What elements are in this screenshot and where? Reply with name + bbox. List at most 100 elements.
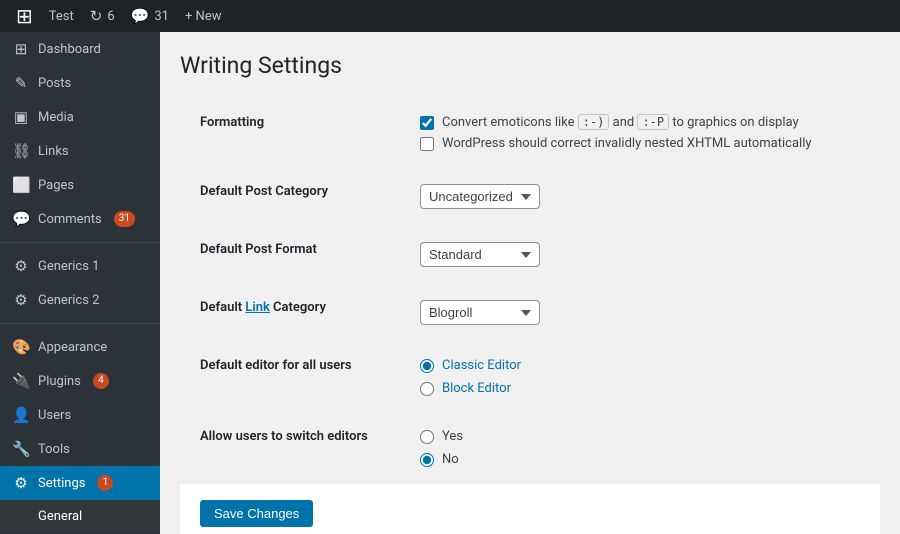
label-classic-editor: Classic Editor	[442, 358, 521, 373]
admin-bar-new[interactable]: + New	[177, 0, 230, 32]
formatting-text2: WordPress should correct invalidly neste…	[442, 136, 812, 151]
label-default-post-format: Default Post Format	[180, 226, 400, 284]
sidebar-label-generics1: Generics 1	[38, 259, 99, 274]
switch-radio-no-row: No	[420, 452, 860, 467]
settings-submenu: General	[0, 500, 160, 533]
sidebar-label-pages: Pages	[38, 178, 74, 193]
sidebar-label-posts: Posts	[38, 76, 71, 91]
label-block-editor: Block Editor	[442, 381, 511, 396]
save-button[interactable]: Save Changes	[200, 500, 313, 527]
submit-row: Save Changes	[180, 484, 880, 534]
row-switch-editors: Allow users to switch editors Yes No	[180, 413, 880, 484]
switch-radio-yes-row: Yes	[420, 429, 860, 444]
site-name: Test	[49, 9, 74, 24]
sidebar-item-tools[interactable]: 🔧 Tools	[0, 432, 160, 466]
select-default-post-category[interactable]: Uncategorized	[420, 184, 540, 209]
field-default-post-category: Uncategorized	[400, 168, 880, 226]
field-default-editor: Classic Editor Block Editor	[400, 342, 880, 413]
field-switch-editors: Yes No	[400, 413, 880, 484]
admin-bar-updates[interactable]: ↻ 6	[82, 0, 123, 32]
sidebar-divider-2	[0, 323, 160, 324]
users-icon: 👤	[12, 406, 30, 424]
radio-switch-no[interactable]	[420, 453, 434, 467]
sidebar-item-users[interactable]: 👤 Users	[0, 398, 160, 432]
formatting-text1: Convert emoticons like :-) and :-P to gr…	[442, 115, 799, 130]
pages-icon: ⬜	[12, 176, 30, 194]
row-default-post-category: Default Post Category Uncategorized	[180, 168, 880, 226]
comments-icon: 💬	[12, 210, 30, 228]
row-formatting: Formatting Convert emoticons like :-) an…	[180, 99, 880, 168]
updates-count: 6	[107, 9, 114, 24]
link-highlight[interactable]: Link	[245, 300, 270, 315]
label-default-post-category: Default Post Category	[180, 168, 400, 226]
comments-badge: 31	[114, 211, 135, 227]
row-default-link-category: Default Link Category Blogroll	[180, 284, 880, 342]
main-layout: ⊞ Dashboard ✎ Posts ▣ Media ⛓ Links ⬜ Pa…	[0, 32, 900, 534]
select-default-post-format[interactable]: Standard Aside Image Video Quote Link	[420, 242, 540, 267]
settings-icon: ⚙	[12, 474, 30, 492]
sidebar-item-media[interactable]: ▣ Media	[0, 100, 160, 134]
sidebar-label-links: Links	[38, 144, 69, 159]
sidebar-item-appearance[interactable]: 🎨 Appearance	[0, 330, 160, 364]
sidebar-label-users: Users	[38, 408, 71, 423]
appearance-icon: 🎨	[12, 338, 30, 356]
sidebar-label-settings: Settings	[38, 476, 85, 491]
new-label: + New	[185, 9, 222, 24]
sidebar-item-generics2[interactable]: ⚙ Generics 2	[0, 283, 160, 317]
label-formatting: Formatting	[180, 99, 400, 168]
sidebar-label-media: Media	[38, 110, 74, 125]
admin-bar-site[interactable]: Test	[41, 0, 82, 32]
sidebar-item-comments[interactable]: 💬 Comments 31	[0, 202, 160, 236]
sidebar-item-dashboard[interactable]: ⊞ Dashboard	[0, 32, 160, 66]
settings-badge: 1	[97, 475, 113, 491]
plugins-badge: 4	[93, 373, 109, 389]
sidebar-item-generics1[interactable]: ⚙ Generics 1	[0, 249, 160, 283]
row-default-editor: Default editor for all users Classic Edi…	[180, 342, 880, 413]
sidebar-item-plugins[interactable]: 🔌 Plugins 4	[0, 364, 160, 398]
formatting-checkbox1[interactable]	[420, 116, 434, 130]
sidebar-item-links[interactable]: ⛓ Links	[0, 134, 160, 168]
admin-bar-wp-logo[interactable]: ⊞	[8, 0, 41, 32]
sidebar-item-settings[interactable]: ⚙ Settings 1	[0, 466, 160, 500]
select-default-link-category[interactable]: Blogroll	[420, 300, 540, 325]
links-icon: ⛓	[12, 142, 30, 160]
field-default-link-category: Blogroll	[400, 284, 880, 342]
admin-bar-comments[interactable]: 💬 31	[123, 0, 177, 32]
sidebar-label-comments: Comments	[38, 212, 102, 227]
content-area: Writing Settings Formatting Convert emot…	[160, 32, 900, 534]
radio-classic-editor[interactable]	[420, 359, 434, 373]
sidebar-item-pages[interactable]: ⬜ Pages	[0, 168, 160, 202]
label-default-editor: Default editor for all users	[180, 342, 400, 413]
radio-switch-yes[interactable]	[420, 430, 434, 444]
sidebar-label-appearance: Appearance	[38, 340, 107, 355]
row-default-post-format: Default Post Format Standard Aside Image…	[180, 226, 880, 284]
formatting-checkbox2[interactable]	[420, 137, 434, 151]
field-formatting: Convert emoticons like :-) and :-P to gr…	[400, 99, 880, 168]
page-title: Writing Settings	[180, 52, 880, 79]
sidebar-item-posts[interactable]: ✎ Posts	[0, 66, 160, 100]
settings-table: Formatting Convert emoticons like :-) an…	[180, 99, 880, 484]
posts-icon: ✎	[12, 74, 30, 92]
radio-block-editor[interactable]	[420, 382, 434, 396]
dashboard-icon: ⊞	[12, 40, 30, 58]
formatting-checkbox1-row: Convert emoticons like :-) and :-P to gr…	[420, 115, 860, 130]
formatting-checkbox2-row: WordPress should correct invalidly neste…	[420, 136, 860, 151]
plugins-icon: 🔌	[12, 372, 30, 390]
generics2-icon: ⚙	[12, 291, 30, 309]
label-switch-no: No	[442, 452, 459, 467]
media-icon: ▣	[12, 108, 30, 126]
generics1-icon: ⚙	[12, 257, 30, 275]
label-switch-editors: Allow users to switch editors	[180, 413, 400, 484]
editor-radio-block-row: Block Editor	[420, 381, 860, 396]
field-default-post-format: Standard Aside Image Video Quote Link	[400, 226, 880, 284]
editor-radio-classic-row: Classic Editor	[420, 358, 860, 373]
sidebar-label-tools: Tools	[38, 442, 70, 457]
emoticon-code1: :-)	[578, 114, 610, 130]
sidebar-label-generics2: Generics 2	[38, 293, 99, 308]
admin-bar: ⊞ Test ↻ 6 💬 31 + New	[0, 0, 900, 32]
sidebar: ⊞ Dashboard ✎ Posts ▣ Media ⛓ Links ⬜ Pa…	[0, 32, 160, 534]
sidebar-label-plugins: Plugins	[38, 374, 81, 389]
label-default-link-category: Default Link Category	[180, 284, 400, 342]
submenu-item-general[interactable]: General	[0, 504, 160, 529]
sidebar-label-dashboard: Dashboard	[38, 42, 101, 57]
